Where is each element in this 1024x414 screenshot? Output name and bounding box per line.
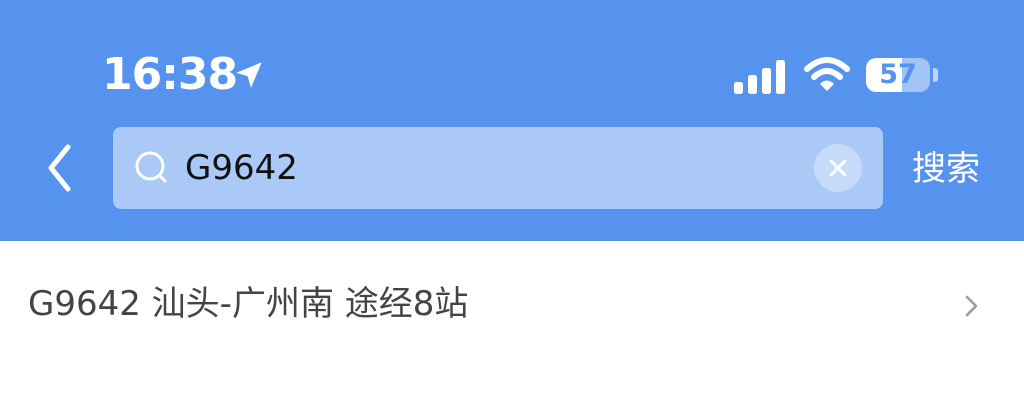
result-label: G9642 汕头-广州南 途经8站	[28, 284, 469, 324]
location-arrow-icon	[236, 62, 262, 88]
close-icon	[829, 159, 847, 177]
status-time: 16:38	[102, 49, 238, 100]
list-item[interactable]: G9642 汕头-广州南 途经8站	[0, 241, 1024, 369]
signal-icon	[734, 60, 785, 94]
back-button[interactable]	[34, 138, 84, 198]
search-submit-button[interactable]: 搜索	[906, 146, 986, 192]
battery-cap	[933, 68, 938, 82]
clear-search-button[interactable]	[814, 144, 862, 192]
search-input[interactable]	[185, 127, 805, 209]
search-box	[113, 127, 883, 209]
search-icon	[135, 151, 167, 183]
battery-icon: 57	[866, 58, 930, 92]
chevron-left-icon	[48, 144, 71, 192]
battery-percentage: 57	[879, 59, 917, 90]
chevron-right-icon	[965, 295, 978, 317]
wifi-icon	[804, 57, 850, 91]
app-header: 16:38 57 搜索	[0, 0, 1024, 241]
